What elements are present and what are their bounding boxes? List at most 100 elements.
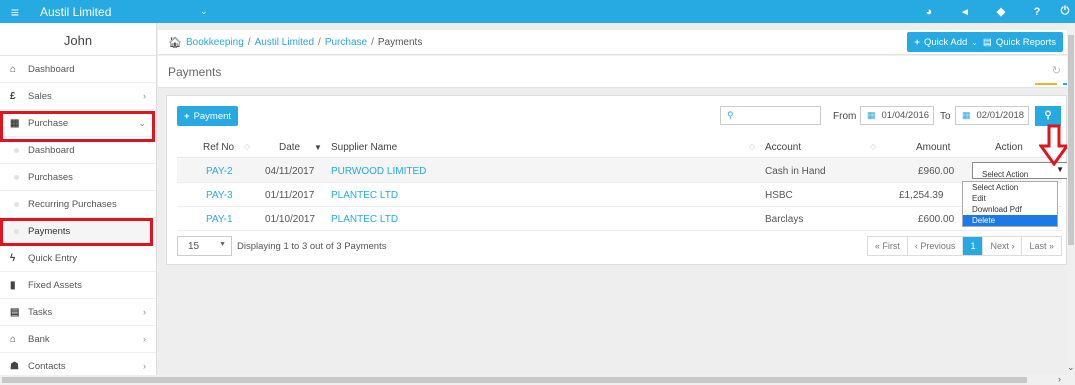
breadcrumb-bar: 🏠︎ Bookkeeping / Austil Limited / Purcha…: [158, 30, 1075, 55]
hamburger-icon[interactable]: ≡: [0, 4, 30, 20]
breadcrumb-separator: /: [371, 36, 374, 48]
pagination-row: 15 ▼ Displaying 1 to 3 out of 3 Payments…: [177, 234, 1062, 258]
highlight-payments: [0, 218, 153, 246]
company-switcher[interactable]: Austil Limited: [40, 5, 200, 19]
scroll-down-icon[interactable]: ⌄: [1067, 362, 1075, 373]
table-row[interactable]: PAY-1 01/10/2017 PLANTEC LTD Barclays £6…: [177, 207, 1062, 231]
dropdown-option[interactable]: Select Action: [963, 182, 1057, 193]
help-circle-icon[interactable]: ◕: [911, 6, 947, 18]
col-date[interactable]: Date: [279, 142, 300, 153]
supplier-link[interactable]: PURWOOD LIMITED: [331, 166, 426, 177]
power-icon[interactable]: ⏻: [1055, 5, 1075, 18]
sidebar-item-sales[interactable]: £ Sales ›: [0, 83, 156, 110]
sidebar: John ⌂ Dashboard £ Sales › ▦ Purchase ⌄ …: [0, 23, 157, 385]
breadcrumb-separator: /: [318, 36, 321, 48]
sidebar-item-quick-entry[interactable]: ϟ Quick Entry: [0, 245, 156, 272]
bullet-icon: [14, 201, 19, 207]
megaphone-icon[interactable]: ◂: [947, 5, 983, 18]
next-page-button[interactable]: Next ›: [983, 237, 1023, 255]
sidebar-item-tasks[interactable]: ▤ Tasks ›: [0, 299, 156, 326]
refresh-icon[interactable]: ↻: [1052, 64, 1061, 77]
current-page-button[interactable]: 1: [963, 237, 984, 255]
sort-icon[interactable]: ◇: [749, 142, 755, 151]
home-icon: ⌂: [10, 63, 17, 75]
date-cell: 01/11/2017: [265, 190, 315, 201]
col-ref-no[interactable]: Ref No: [203, 142, 234, 153]
date-cell: 01/10/2017: [265, 214, 316, 225]
previous-page-button[interactable]: ‹ Previous: [908, 237, 964, 255]
col-supplier-name[interactable]: Supplier Name: [331, 142, 397, 153]
vertical-scrollbar[interactable]: ⌄: [1067, 23, 1075, 375]
scroll-right-icon[interactable]: ›: [1058, 374, 1061, 384]
dropdown-option[interactable]: Edit: [963, 193, 1057, 204]
chevron-down-icon[interactable]: ⌄: [200, 6, 208, 17]
dropdown-option-highlighted[interactable]: Delete: [963, 215, 1057, 226]
sidebar-item-bank[interactable]: ⌂ Bank ›: [0, 326, 156, 353]
from-label: From: [833, 111, 857, 122]
sidebar-item-label: Fixed Assets: [28, 279, 82, 291]
building-icon: ▮: [10, 279, 16, 291]
breadcrumb-separator: /: [247, 36, 251, 48]
sidebar-item-fixed-assets[interactable]: ▮ Fixed Assets: [0, 272, 156, 299]
supplier-link[interactable]: PLANTEC LTD: [331, 214, 398, 225]
tag-icon[interactable]: ◆: [983, 5, 1019, 18]
ref-link[interactable]: PAY-3: [206, 190, 233, 201]
account-cell: Cash in Hand: [765, 166, 826, 177]
amount-cell: £1,254.39: [899, 190, 944, 201]
sort-icon[interactable]: ◇: [244, 142, 250, 151]
pager: « First ‹ Previous 1 Next › Last »: [866, 236, 1062, 256]
payments-panel: + Payment ⚲ From ▦ 01/04/2016 To ▦ 02/01…: [166, 95, 1068, 265]
chevron-right-icon: ›: [143, 334, 146, 344]
add-payment-button[interactable]: + Payment: [177, 106, 239, 126]
table-row[interactable]: PAY-3 01/11/2017 PLANTEC LTD HSBC £1,254…: [177, 183, 1062, 207]
dropdown-option[interactable]: Download Pdf: [963, 204, 1057, 215]
page-title-bar: Payments ↻: [158, 56, 1075, 88]
search-icon: ⚲: [1044, 110, 1052, 121]
quick-add-label: Quick Add: [923, 36, 968, 48]
bank-icon: ⌂: [10, 333, 17, 345]
page-size-select[interactable]: 15 ▼: [177, 236, 232, 256]
search-icon: ⚲: [727, 110, 734, 120]
quick-add-button[interactable]: + Quick Add ⌄: [907, 32, 985, 52]
sort-icon[interactable]: ◇: [870, 142, 876, 151]
calendar-icon: ▦: [962, 110, 971, 120]
ref-link[interactable]: PAY-1: [206, 214, 233, 225]
breadcrumb-link[interactable]: Purchase: [325, 37, 367, 48]
breadcrumb-link[interactable]: Austil Limited: [255, 37, 314, 48]
horizontal-scrollbar[interactable]: ›: [0, 374, 1075, 385]
action-dropdown-list: Select Action Edit Download Pdf Delete: [962, 181, 1058, 227]
sidebar-subitem-recurring-purchases[interactable]: Recurring Purchases: [0, 191, 156, 218]
add-payment-label: Payment: [193, 110, 232, 122]
bullet-icon: [14, 174, 19, 180]
accent-line: [1035, 83, 1057, 85]
sidebar-item-label: Dashboard: [28, 63, 75, 75]
first-page-button[interactable]: « First: [868, 237, 908, 255]
question-icon[interactable]: ?: [1019, 6, 1055, 18]
col-action: Action: [995, 142, 1023, 153]
sidebar-subitem-purchases[interactable]: Purchases: [0, 164, 156, 191]
sort-desc-icon[interactable]: ▼: [314, 143, 322, 152]
table-row[interactable]: PAY-2 04/11/2017 PURWOOD LIMITED Cash in…: [177, 159, 1068, 183]
sidebar-item-dashboard[interactable]: ⌂ Dashboard: [0, 56, 156, 83]
breadcrumb-link[interactable]: Bookkeeping: [186, 37, 244, 48]
quick-reports-button[interactable]: ▤ Quick Reports: [975, 32, 1063, 52]
plus-icon: +: [914, 36, 920, 48]
to-date-field[interactable]: ▦ 02/01/2018: [955, 106, 1029, 125]
quick-reports-label: Quick Reports: [995, 36, 1056, 48]
col-amount[interactable]: Amount: [916, 142, 950, 153]
user-name: John: [0, 23, 156, 56]
sidebar-item-label: Recurring Purchases: [28, 198, 117, 210]
last-page-button[interactable]: Last »: [1022, 237, 1061, 255]
ref-link[interactable]: PAY-2: [206, 166, 233, 177]
supplier-link[interactable]: PLANTEC LTD: [331, 190, 398, 201]
scrollbar-thumb[interactable]: [2, 377, 1027, 383]
home-icon[interactable]: 🏠︎: [168, 36, 182, 49]
from-date-field[interactable]: ▦ 01/04/2016: [860, 106, 934, 125]
search-button[interactable]: ⚲: [1035, 106, 1061, 126]
calendar-icon: ▦: [867, 110, 876, 120]
amount-cell: £600.00: [918, 214, 955, 225]
dropdown-arrow-icon: ▼: [219, 241, 226, 248]
scrollbar-thumb[interactable]: [1068, 35, 1074, 245]
col-account[interactable]: Account: [765, 142, 801, 153]
search-input[interactable]: ⚲: [720, 106, 821, 125]
